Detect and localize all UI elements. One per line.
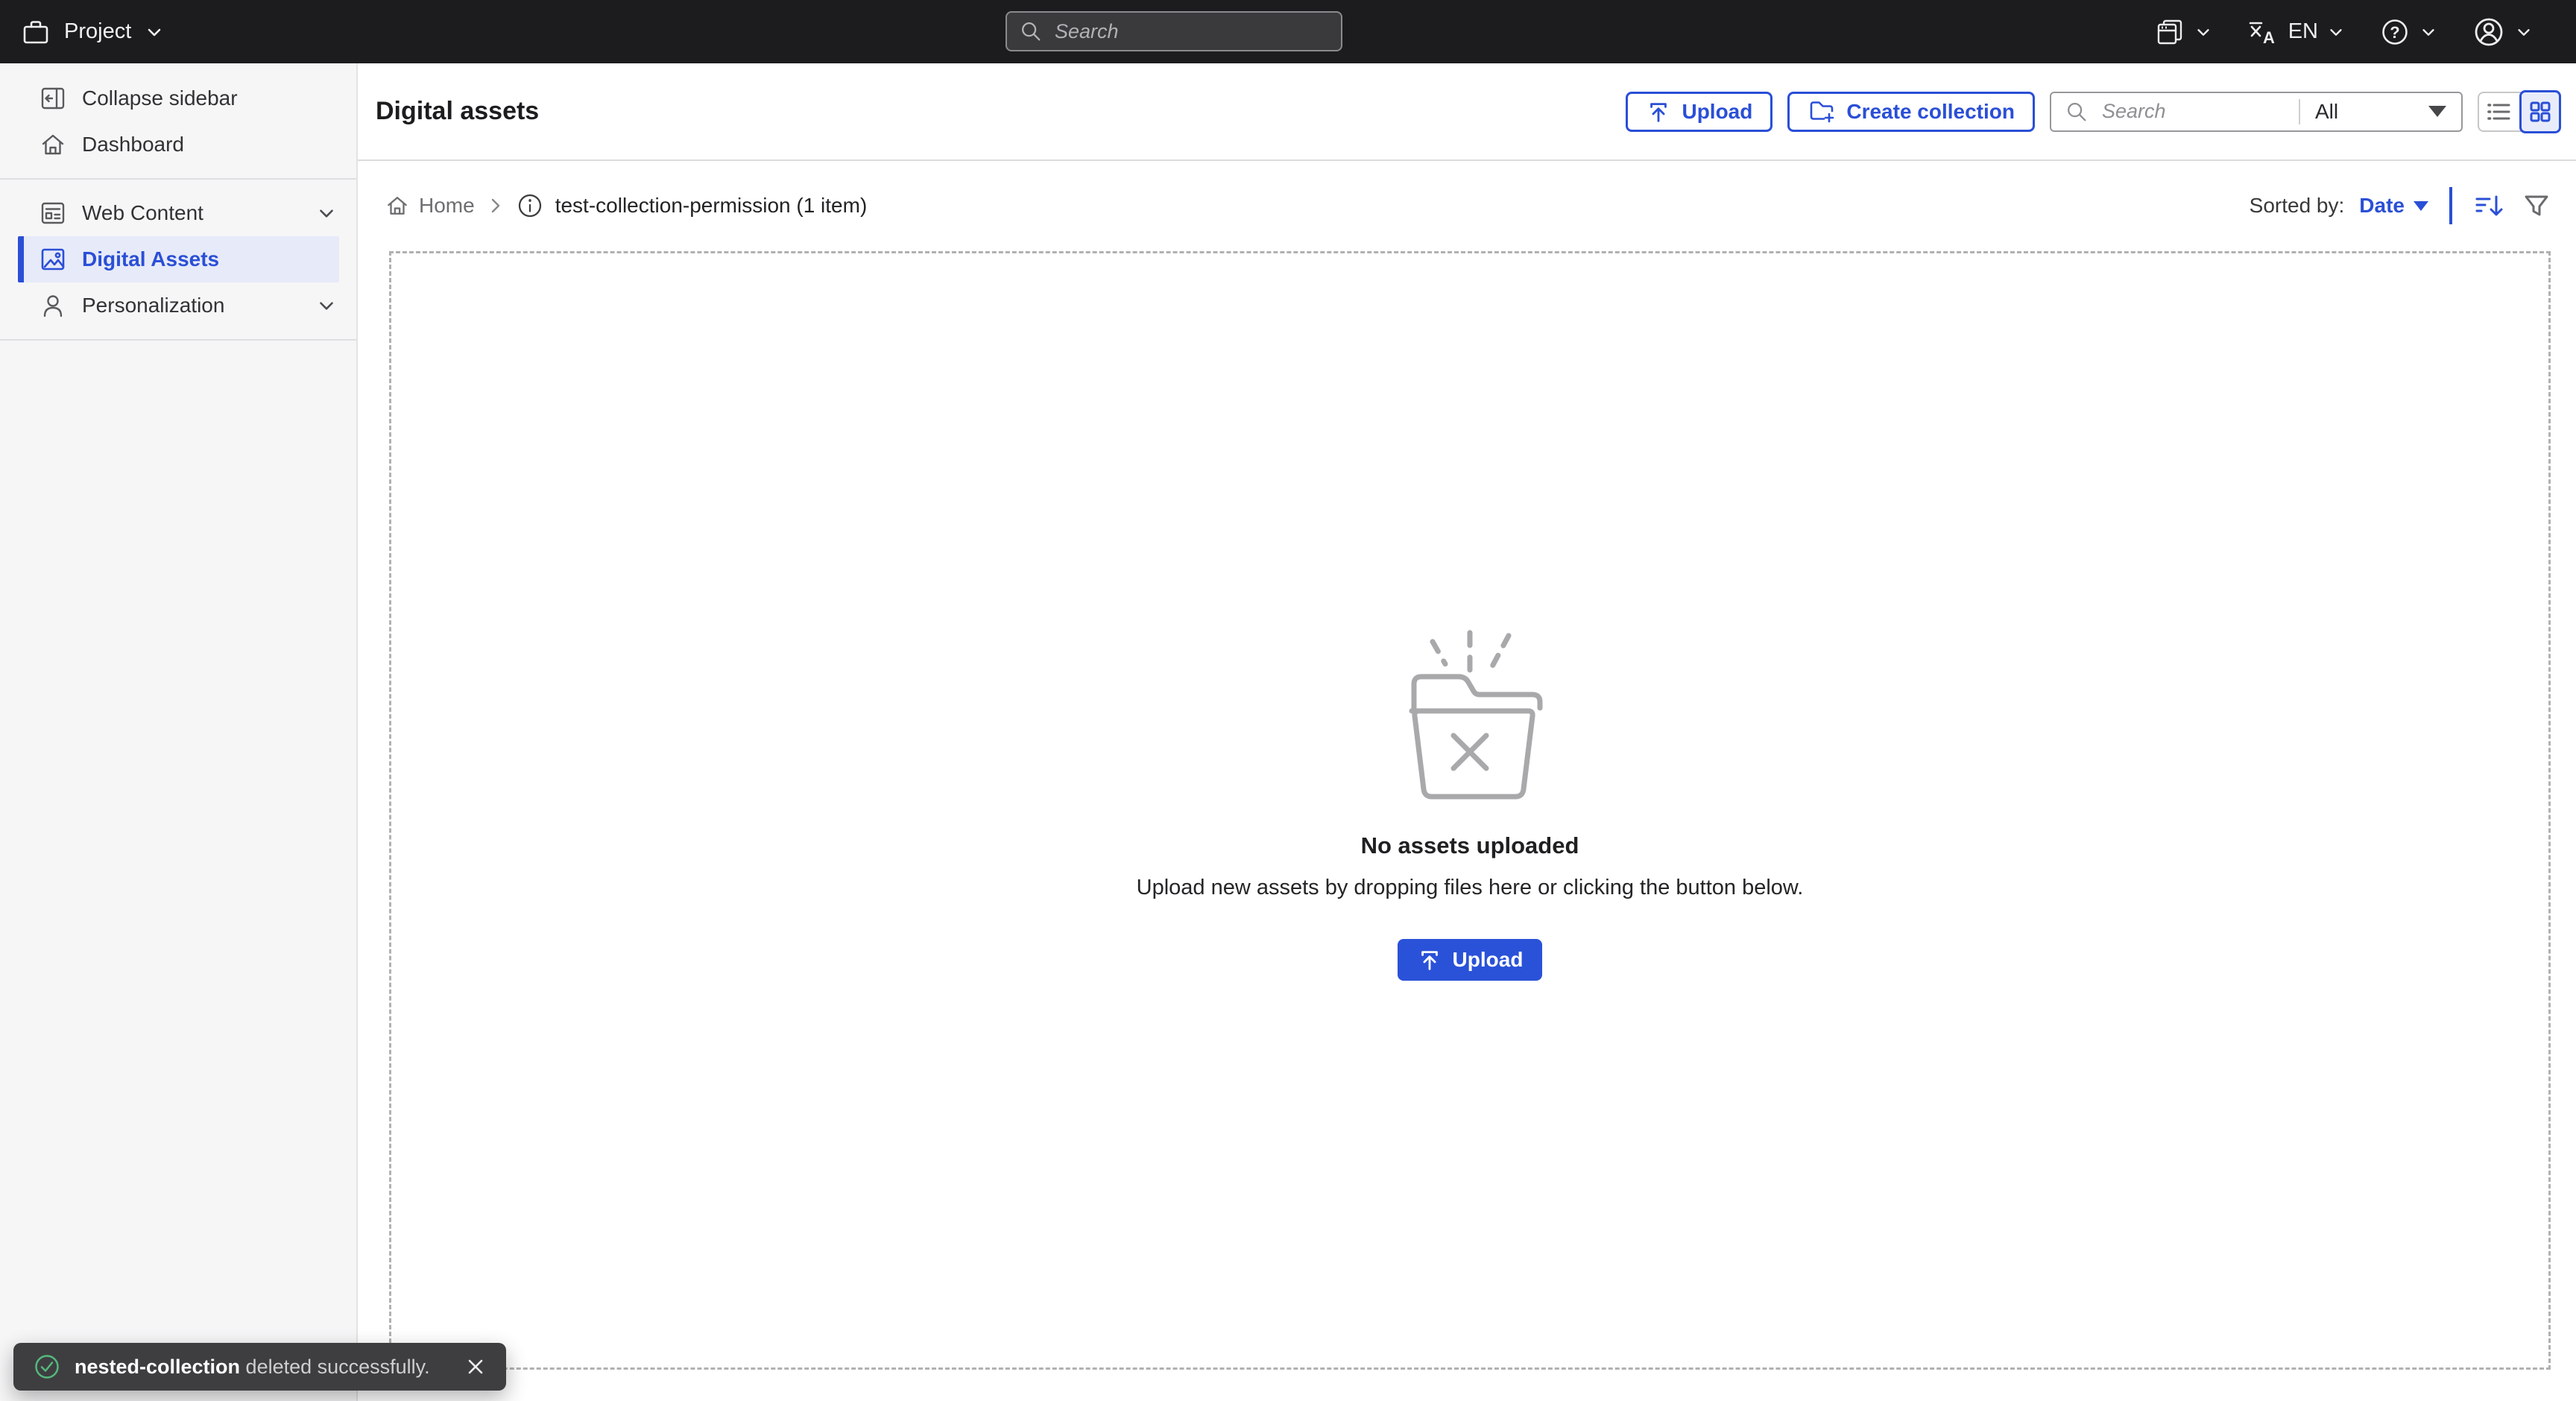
collapse-sidebar-button[interactable]: Collapse sidebar: [0, 75, 356, 121]
empty-state-title: No assets uploaded: [1361, 832, 1579, 859]
project-switcher[interactable]: Project: [0, 18, 164, 46]
type-filter-value: All: [2315, 100, 2338, 124]
collapse-sidebar-icon: [39, 85, 67, 112]
empty-folder-icon: [1389, 625, 1550, 801]
caret-down-icon: [2428, 106, 2446, 117]
apps-menu[interactable]: [2154, 16, 2212, 48]
digital-assets-icon: [39, 246, 67, 273]
sort-field-value: Date: [2359, 194, 2405, 218]
collapse-sidebar-label: Collapse sidebar: [82, 86, 238, 110]
empty-upload-button[interactable]: Upload: [1398, 939, 1543, 981]
asset-search-input[interactable]: [2100, 99, 2285, 124]
help-icon: ?: [2379, 16, 2411, 48]
grid-view-button[interactable]: [2519, 90, 2561, 133]
chevron-down-icon: [316, 295, 337, 316]
chevron-right-icon: [487, 197, 505, 215]
upload-button-label: Upload: [1682, 100, 1752, 124]
asset-drop-zone[interactable]: No assets uploaded Upload new assets by …: [389, 251, 2551, 1370]
toast-message-text: deleted successfully.: [240, 1356, 430, 1378]
sidebar-item-label: Digital Assets: [82, 247, 219, 271]
breadcrumb-current: test-collection-permission (1 item): [555, 194, 868, 218]
list-view-icon: [2484, 99, 2514, 124]
sort-direction-icon[interactable]: [2473, 191, 2506, 221]
topbar-right-controls: A EN ?: [2154, 15, 2576, 49]
global-search-input[interactable]: [1053, 19, 1329, 44]
chevron-down-icon: [2327, 23, 2345, 41]
sidebar-item-label: Web Content: [82, 201, 203, 225]
asset-search-field: [2051, 99, 2299, 124]
chevron-down-icon: [145, 22, 164, 42]
upload-icon: [1646, 99, 1671, 124]
header-actions: Upload Create collection: [1626, 92, 2560, 132]
sort-divider: [2449, 187, 2452, 224]
breadcrumb-home-label: Home: [419, 194, 475, 218]
sidebar-item-web-content[interactable]: Web Content: [0, 190, 356, 236]
toast-item-name: nested-collection: [75, 1356, 240, 1378]
language-label: EN: [2288, 19, 2318, 44]
view-toggle: [2478, 92, 2560, 132]
user-menu[interactable]: [2472, 15, 2533, 49]
upload-button[interactable]: Upload: [1626, 92, 1772, 132]
create-collection-label: Create collection: [1846, 100, 2015, 124]
breadcrumb-row: Home test-collection-permission (1 item)…: [358, 161, 2576, 250]
translate-icon: A: [2247, 16, 2279, 48]
grid-view-icon: [2527, 98, 2554, 125]
user-icon: [2472, 15, 2506, 49]
list-view-button[interactable]: [2479, 93, 2519, 130]
svg-text:?: ?: [2390, 23, 2399, 42]
sidebar: Collapse sidebar Dashboard Web Content: [0, 63, 358, 1401]
project-label: Project: [64, 19, 131, 44]
empty-state-description: Upload new assets by dropping files here…: [1137, 876, 1804, 900]
page-header: Digital assets Upload: [358, 63, 2576, 161]
sort-bar: Sorted by: Date: [2250, 187, 2552, 224]
filter-icon[interactable]: [2521, 191, 2552, 221]
sidebar-item-personalization[interactable]: Personalization: [0, 282, 356, 329]
sidebar-item-label: Personalization: [82, 294, 224, 317]
search-icon: [1019, 19, 1043, 43]
topbar: Project: [0, 0, 2576, 63]
svg-text:A: A: [2263, 28, 2275, 47]
success-check-icon: [33, 1353, 61, 1381]
home-icon: [385, 193, 410, 218]
sidebar-item-dashboard[interactable]: Dashboard: [0, 121, 356, 168]
breadcrumb: Home test-collection-permission (1 item): [385, 192, 867, 219]
type-filter-select[interactable]: All: [2300, 93, 2461, 130]
empty-state: No assets uploaded Upload new assets by …: [1137, 625, 1804, 981]
create-collection-icon: [1808, 98, 1836, 125]
sidebar-divider: [0, 339, 356, 341]
close-icon[interactable]: [464, 1356, 487, 1378]
language-menu[interactable]: A EN: [2247, 16, 2345, 48]
search-icon: [2065, 100, 2089, 124]
toast-notification: nested-collection deleted successfully.: [13, 1343, 506, 1391]
personalization-icon: [39, 291, 67, 320]
empty-upload-label: Upload: [1453, 948, 1524, 972]
create-collection-button[interactable]: Create collection: [1787, 92, 2035, 132]
chevron-down-icon: [2194, 23, 2212, 41]
toast-message: nested-collection deleted successfully.: [75, 1356, 430, 1379]
web-content-icon: [39, 200, 67, 227]
info-icon[interactable]: [517, 192, 543, 219]
sidebar-divider: [0, 178, 356, 180]
asset-search: All: [2050, 92, 2463, 132]
sidebar-item-digital-assets[interactable]: Digital Assets: [18, 236, 339, 282]
apps-icon: [2154, 16, 2185, 48]
chevron-down-icon: [316, 203, 337, 224]
sort-field-select[interactable]: Date: [2359, 194, 2428, 218]
caret-down-icon: [2414, 201, 2428, 211]
upload-icon: [1417, 947, 1442, 973]
main-content: Digital assets Upload: [358, 63, 2576, 1401]
sidebar-item-label: Dashboard: [82, 133, 184, 156]
chevron-down-icon: [2419, 23, 2437, 41]
briefcase-icon: [21, 18, 51, 46]
breadcrumb-home[interactable]: Home: [385, 193, 475, 218]
chevron-down-icon: [2515, 23, 2533, 41]
page-title: Digital assets: [376, 97, 539, 126]
sorted-by-label: Sorted by:: [2250, 194, 2345, 218]
global-search: [1006, 11, 1342, 51]
help-menu[interactable]: ?: [2379, 16, 2437, 48]
home-icon: [39, 131, 67, 158]
